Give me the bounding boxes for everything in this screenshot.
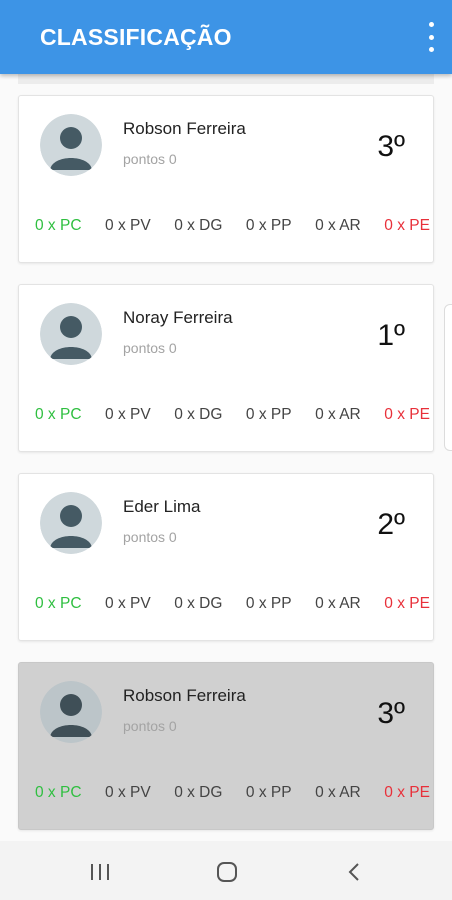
recent-apps-icon[interactable] <box>82 854 118 890</box>
stat-pe: 0 x PE <box>384 595 430 612</box>
back-icon[interactable] <box>336 854 372 890</box>
stat-dg: 0 x DG <box>174 217 223 234</box>
player-rank: 3º <box>377 130 405 163</box>
avatar <box>40 114 102 176</box>
stat-pp: 0 x PP <box>245 784 292 801</box>
system-nav-bar <box>0 841 452 900</box>
avatar <box>40 303 102 365</box>
stat-pc: 0 x PC <box>35 784 82 801</box>
player-points: pontos 0 <box>123 718 177 734</box>
player-name: Noray Ferreira <box>123 308 233 327</box>
stat-pp: 0 x PP <box>245 217 292 234</box>
stat-dg: 0 x DG <box>174 784 223 801</box>
stat-pc: 0 x PC <box>35 406 82 423</box>
player-rank: 1º <box>377 319 405 352</box>
stat-ar: 0 x AR <box>315 595 361 612</box>
stat-pp: 0 x PP <box>245 406 292 423</box>
player-points: pontos 0 <box>123 529 177 545</box>
player-name: Robson Ferreira <box>123 119 246 138</box>
stat-pv: 0 x PV <box>105 595 151 612</box>
stat-pv: 0 x PV <box>105 217 151 234</box>
stat-pc: 0 x PC <box>35 595 82 612</box>
stat-pp: 0 x PP <box>245 595 292 612</box>
page-title: CLASSIFICAÇÃO <box>40 24 232 50</box>
player-points: pontos 0 <box>123 340 177 356</box>
stat-ar: 0 x AR <box>315 406 361 423</box>
player-points: pontos 0 <box>123 151 177 167</box>
stats-row: 0 x PC 0 x PV 0 x DG 0 x PP 0 x AR 0 x P… <box>35 595 430 613</box>
stat-dg: 0 x DG <box>174 595 223 612</box>
stat-dg: 0 x DG <box>174 406 223 423</box>
stats-row: 0 x PC 0 x PV 0 x DG 0 x PP 0 x AR 0 x P… <box>35 406 430 424</box>
stat-pe: 0 x PE <box>384 784 430 801</box>
avatar <box>40 681 102 743</box>
stat-pc: 0 x PC <box>35 217 82 234</box>
app-bar: CLASSIFICAÇÃO <box>0 0 452 74</box>
ranking-card[interactable]: Noray Ferreira pontos 0 1º 0 x PC 0 x PV… <box>18 284 434 452</box>
more-vertical-icon[interactable] <box>424 22 438 52</box>
stat-pe: 0 x PE <box>384 406 430 423</box>
ranking-card[interactable]: Robson Ferreira pontos 0 3º 0 x PC 0 x P… <box>18 95 434 263</box>
ranking-list[interactable]: Robson Ferreira pontos 0 3º 0 x PC 0 x P… <box>0 74 452 841</box>
stat-pv: 0 x PV <box>105 784 151 801</box>
stats-row: 0 x PC 0 x PV 0 x DG 0 x PP 0 x AR 0 x P… <box>35 784 430 802</box>
player-rank: 2º <box>377 508 405 541</box>
home-icon[interactable] <box>209 854 245 890</box>
player-name: Eder Lima <box>123 497 201 516</box>
stats-row: 0 x PC 0 x PV 0 x DG 0 x PP 0 x AR 0 x P… <box>35 217 430 235</box>
player-name: Robson Ferreira <box>123 686 246 705</box>
player-rank: 3º <box>377 697 405 730</box>
ranking-card[interactable]: Eder Lima pontos 0 2º 0 x PC 0 x PV 0 x … <box>18 473 434 641</box>
avatar <box>40 492 102 554</box>
scroll-edge <box>444 304 452 451</box>
stat-ar: 0 x AR <box>315 784 361 801</box>
ranking-card-selected[interactable]: Robson Ferreira pontos 0 3º 0 x PC 0 x P… <box>18 662 434 830</box>
stat-pv: 0 x PV <box>105 406 151 423</box>
stat-pe: 0 x PE <box>384 217 430 234</box>
previous-card-edge <box>18 74 434 84</box>
stat-ar: 0 x AR <box>315 217 361 234</box>
